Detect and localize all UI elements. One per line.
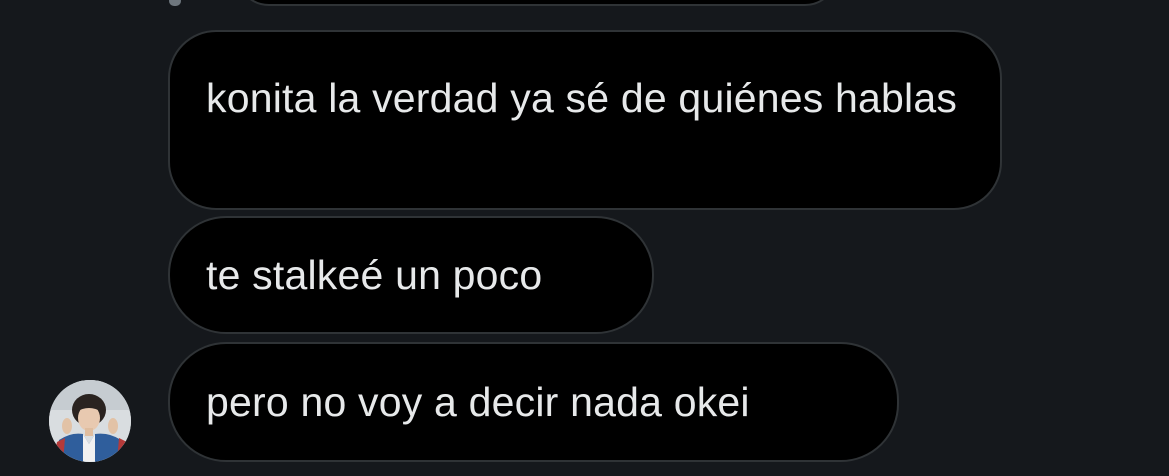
message-bubble[interactable]: konita la verdad ya sé de quiénes hablas — [168, 30, 1002, 210]
message-text: pero no voy a decir nada okei — [206, 379, 750, 425]
message-bubble[interactable]: pero no voy a decir nada okei — [168, 342, 899, 462]
dm-conversation: konita la verdad ya sé de quiénes hablas… — [0, 0, 1169, 476]
message-text: te stalkeé un poco — [206, 252, 543, 298]
sender-avatar[interactable] — [49, 380, 131, 462]
message-text: konita la verdad ya sé de quiénes hablas — [206, 75, 958, 121]
message-bubble[interactable]: te stalkeé un poco — [168, 216, 654, 334]
scroll-indicator — [169, 0, 181, 6]
previous-message-bubble[interactable] — [236, 0, 838, 6]
avatar-photo-icon — [49, 380, 131, 462]
